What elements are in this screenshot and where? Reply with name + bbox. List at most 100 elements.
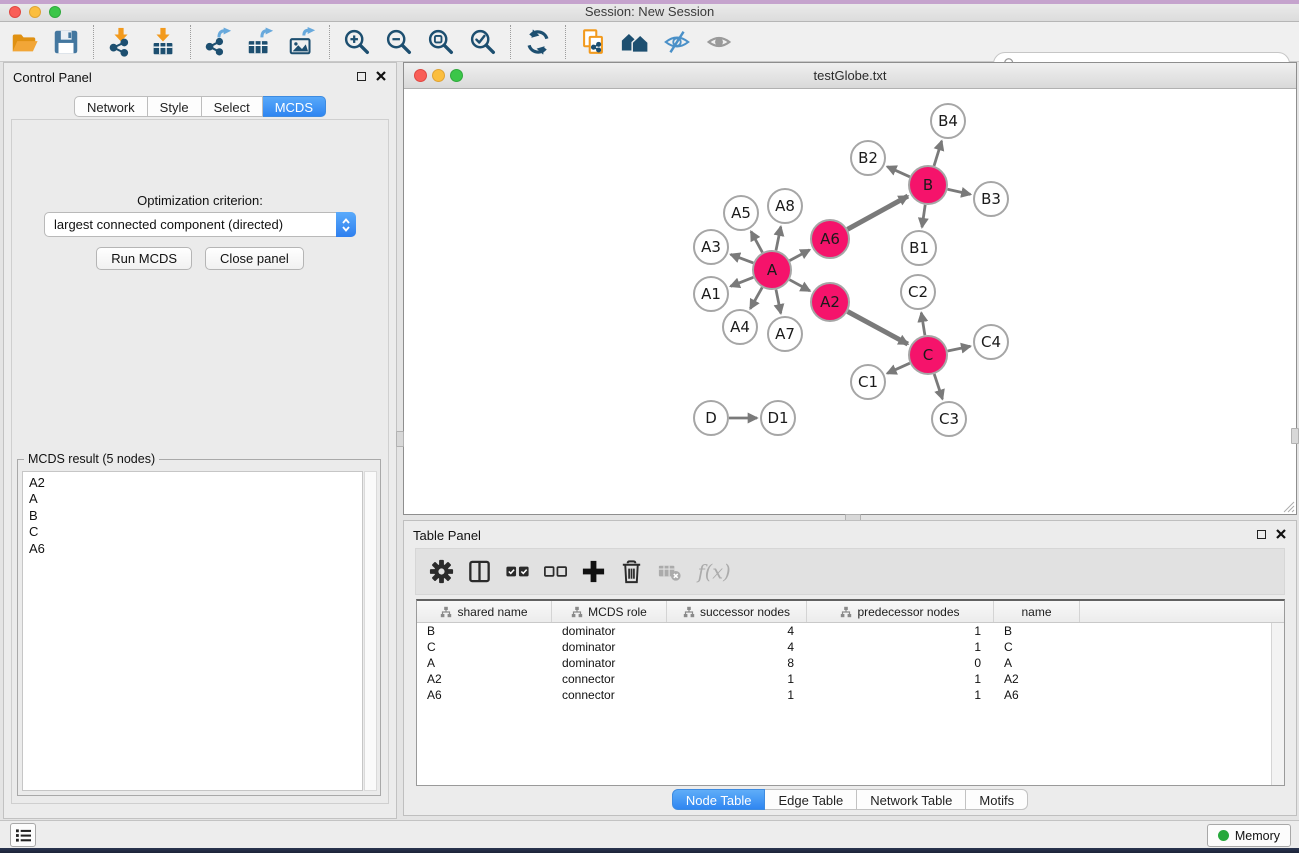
main-toolbar-groups — [6, 25, 737, 59]
cell: 1 — [807, 672, 994, 686]
tab-mcds[interactable]: MCDS — [263, 96, 326, 117]
edge-A-A8[interactable] — [776, 227, 781, 251]
maximize-window-button[interactable] — [49, 6, 61, 18]
edge-A-A4[interactable] — [750, 287, 762, 308]
edge-A-A5[interactable] — [751, 231, 762, 252]
column-header-name[interactable]: name — [994, 601, 1080, 622]
edge-C-C4[interactable] — [948, 346, 971, 351]
open-session-button[interactable] — [6, 25, 42, 59]
edge-A-A1[interactable] — [731, 277, 754, 286]
zoom-fit-button[interactable] — [423, 25, 459, 59]
edge-A-A3[interactable] — [731, 254, 754, 263]
network-minimize-button[interactable] — [432, 69, 445, 82]
edge-A-A7[interactable] — [776, 290, 781, 314]
column-header-label: name — [1021, 605, 1051, 619]
column-header-label: shared name — [457, 605, 527, 619]
edge-C-C3[interactable] — [934, 374, 942, 399]
delete-column-button[interactable] — [618, 558, 645, 586]
mcds-tab-content: Optimization criterion: largest connecte… — [11, 119, 389, 804]
network-close-button[interactable] — [414, 69, 427, 82]
close-panel-icon[interactable] — [1276, 529, 1286, 539]
duplicate-network-button[interactable] — [575, 25, 611, 59]
import-table-button[interactable] — [145, 25, 181, 59]
table-row[interactable]: A2connector11A2 — [417, 671, 1271, 687]
first-neighbors-button[interactable] — [617, 25, 653, 59]
select-all-button[interactable] — [504, 558, 531, 586]
column-header-successor-nodes[interactable]: successor nodes — [667, 601, 807, 622]
edge-A-A2[interactable] — [790, 280, 810, 291]
close-panel-button[interactable]: Close panel — [205, 247, 304, 270]
result-item[interactable]: C — [23, 524, 362, 540]
result-item[interactable]: A2 — [23, 475, 362, 491]
criterion-select[interactable]: largest connected component (directed) — [44, 212, 356, 237]
network-maximize-button[interactable] — [450, 69, 463, 82]
table-row[interactable]: Adominator80A — [417, 655, 1271, 671]
node-table: shared name MCDS rolesuccessor nodesprede… — [416, 599, 1285, 786]
zoom-out-button[interactable] — [381, 25, 417, 59]
tab-select[interactable]: Select — [202, 96, 263, 117]
refresh-network-button[interactable] — [520, 25, 556, 59]
close-panel-icon[interactable] — [376, 71, 386, 81]
edge-B-B3[interactable] — [948, 189, 971, 194]
open-session-icon — [9, 27, 39, 57]
attribute-icon — [683, 606, 695, 618]
minimize-window-button[interactable] — [29, 6, 41, 18]
overview-list-button[interactable] — [10, 823, 36, 847]
edge-B-B4[interactable] — [934, 141, 942, 166]
tab-style[interactable]: Style — [148, 96, 202, 117]
cell: A2 — [417, 672, 552, 686]
edge-C-C2[interactable] — [921, 313, 925, 336]
tab-node-table[interactable]: Node Table — [672, 789, 766, 810]
tab-motifs[interactable]: Motifs — [966, 789, 1028, 810]
select-stepper-icon[interactable] — [336, 212, 356, 237]
left-split-divider-handle[interactable] — [396, 431, 404, 447]
edge-A2-C[interactable] — [848, 312, 908, 345]
table-row[interactable]: Cdominator41C — [417, 639, 1271, 655]
column-header-MCDS-role[interactable]: MCDS role — [552, 601, 667, 622]
export-network-button[interactable] — [200, 25, 236, 59]
function-builder-icon: f(x) — [694, 558, 734, 585]
edge-A6-B[interactable] — [848, 196, 908, 229]
result-item[interactable]: A6 — [23, 541, 362, 557]
column-layout-icon — [466, 558, 493, 585]
show-all-button[interactable] — [701, 25, 737, 59]
float-panel-icon[interactable] — [357, 72, 366, 81]
main-titlebar: Session: New Session — [0, 0, 1299, 22]
result-item[interactable]: B — [23, 508, 362, 524]
tab-network-table[interactable]: Network Table — [857, 789, 966, 810]
tab-network[interactable]: Network — [74, 96, 148, 117]
resize-grip-icon[interactable] — [1281, 499, 1295, 513]
table-scrollbar[interactable] — [1271, 623, 1284, 785]
table-row[interactable]: A6connector11A6 — [417, 687, 1271, 703]
network-canvas[interactable]: B4B2BB3A8A5A6A3B1AC2A1A2A4A7C4CC1C3DD1 — [405, 89, 1295, 513]
edge-B-B2[interactable] — [887, 167, 910, 177]
result-item[interactable]: A — [23, 491, 362, 507]
edge-B-B1[interactable] — [922, 205, 925, 227]
column-header-predecessor-nodes[interactable]: predecessor nodes — [807, 601, 994, 622]
add-column-button[interactable] — [580, 558, 607, 586]
import-network-icon — [106, 27, 136, 57]
close-window-button[interactable] — [9, 6, 21, 18]
cell: A — [417, 656, 552, 670]
float-panel-icon[interactable] — [1257, 530, 1266, 539]
table-settings-button[interactable] — [428, 558, 455, 586]
column-layout-button[interactable] — [466, 558, 493, 586]
memory-button[interactable]: Memory — [1207, 824, 1291, 847]
deselect-all-button[interactable] — [542, 558, 569, 586]
save-session-button[interactable] — [48, 25, 84, 59]
table-row[interactable]: Bdominator41B — [417, 623, 1271, 639]
right-split-divider-handle[interactable] — [1291, 428, 1299, 444]
column-header-shared-name[interactable]: shared name — [417, 601, 552, 622]
export-image-button[interactable] — [284, 25, 320, 59]
hide-selected-button[interactable] — [659, 25, 695, 59]
result-list-scrollbar[interactable] — [364, 471, 377, 791]
import-network-button[interactable] — [103, 25, 139, 59]
edge-C-C1[interactable] — [887, 363, 910, 373]
edge-A-A6[interactable] — [790, 250, 810, 261]
tab-edge-table[interactable]: Edge Table — [765, 789, 857, 810]
zoom-in-button[interactable] — [339, 25, 375, 59]
zoom-selected-button[interactable] — [465, 25, 501, 59]
run-mcds-button[interactable]: Run MCDS — [96, 247, 192, 270]
cell: dominator — [552, 656, 667, 670]
export-table-button[interactable] — [242, 25, 278, 59]
